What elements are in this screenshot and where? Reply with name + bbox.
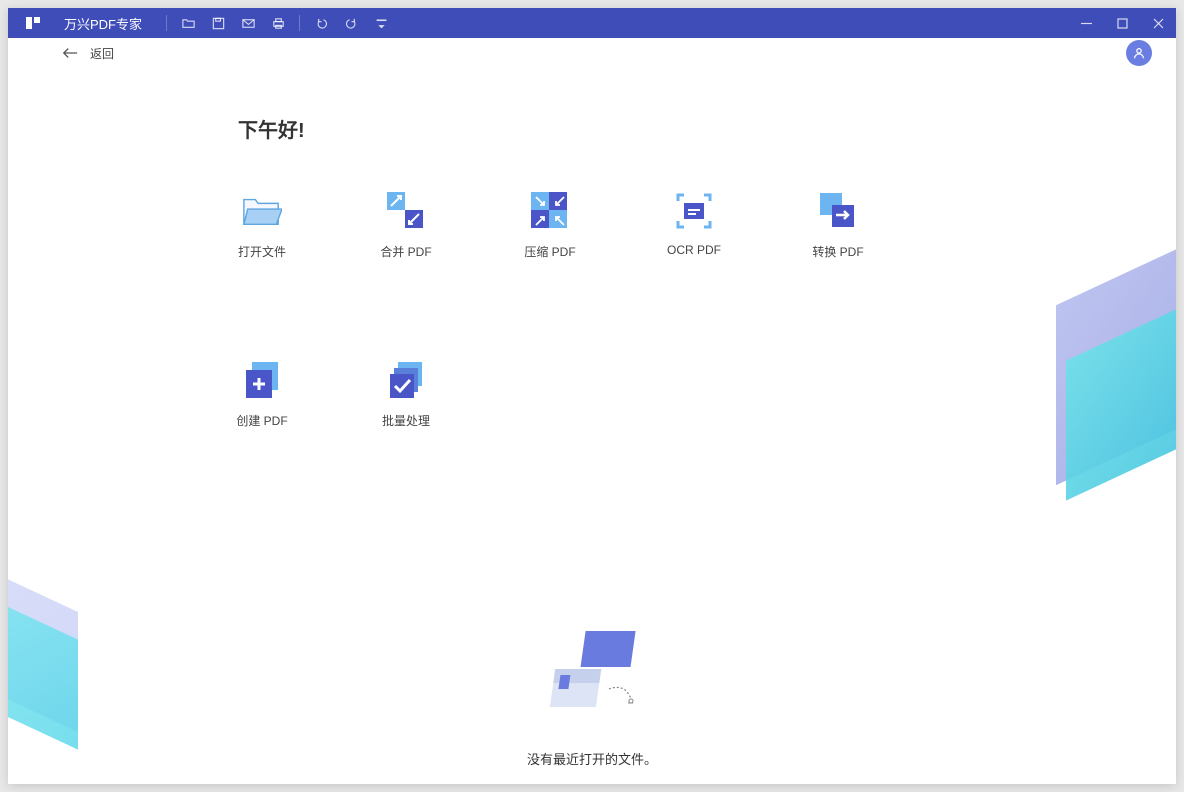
mail-icon[interactable] [233, 8, 263, 38]
folder-icon[interactable] [173, 8, 203, 38]
tile-create-pdf[interactable]: 创建 PDF [238, 360, 286, 429]
user-avatar-button[interactable] [1126, 40, 1152, 66]
title-bar: 万兴PDF专家 [8, 8, 1176, 38]
back-button[interactable]: 返回 [54, 41, 122, 66]
person-icon [1132, 46, 1146, 60]
back-label: 返回 [90, 45, 114, 62]
empty-message: 没有最近打开的文件。 [527, 749, 657, 768]
close-button[interactable] [1140, 8, 1176, 38]
folder-open-icon [242, 191, 282, 231]
convert-icon [818, 191, 858, 231]
app-window: 万兴PDF专家 [8, 8, 1176, 784]
ocr-icon [674, 191, 714, 231]
divider [299, 15, 300, 31]
save-icon[interactable] [203, 8, 233, 38]
greeting-heading: 下午好! [238, 114, 1176, 143]
create-icon [242, 360, 282, 400]
minimize-button[interactable] [1068, 8, 1104, 38]
merge-icon [386, 191, 426, 231]
tile-label: 创建 PDF [236, 412, 287, 429]
redo-icon[interactable] [336, 8, 366, 38]
empty-state: 没有最近打开的文件。 [527, 621, 657, 768]
app-title: 万兴PDF专家 [58, 14, 160, 33]
tile-merge-pdf[interactable]: 合并 PDF [382, 191, 430, 260]
compress-icon [530, 191, 570, 231]
tile-convert-pdf[interactable]: 转换 PDF [814, 191, 862, 260]
app-logo-icon [8, 14, 58, 32]
tile-ocr-pdf[interactable]: OCR PDF [670, 191, 718, 260]
arrow-left-icon [62, 46, 78, 60]
tile-label: OCR PDF [667, 243, 721, 257]
tile-compress-pdf[interactable]: 压缩 PDF [526, 191, 574, 260]
tile-label: 批量处理 [382, 412, 430, 429]
empty-illustration-icon [527, 621, 657, 731]
tile-label: 打开文件 [238, 243, 286, 260]
tile-batch-process[interactable]: 批量处理 [382, 360, 430, 429]
action-tile-grid: 打开文件 合并 PDF 压缩 PDF OCR PDF [238, 191, 978, 429]
tile-label: 合并 PDF [380, 243, 431, 260]
tile-label: 转换 PDF [812, 243, 863, 260]
tile-open-file[interactable]: 打开文件 [238, 191, 286, 260]
undo-icon[interactable] [306, 8, 336, 38]
menu-icon[interactable] [366, 8, 396, 38]
sub-bar: 返回 [8, 38, 1176, 68]
main-content: 下午好! 打开文件 合并 PDF 压缩 PDF [8, 68, 1176, 784]
divider [166, 15, 167, 31]
batch-icon [386, 360, 426, 400]
print-icon[interactable] [263, 8, 293, 38]
tile-label: 压缩 PDF [524, 243, 575, 260]
maximize-button[interactable] [1104, 8, 1140, 38]
